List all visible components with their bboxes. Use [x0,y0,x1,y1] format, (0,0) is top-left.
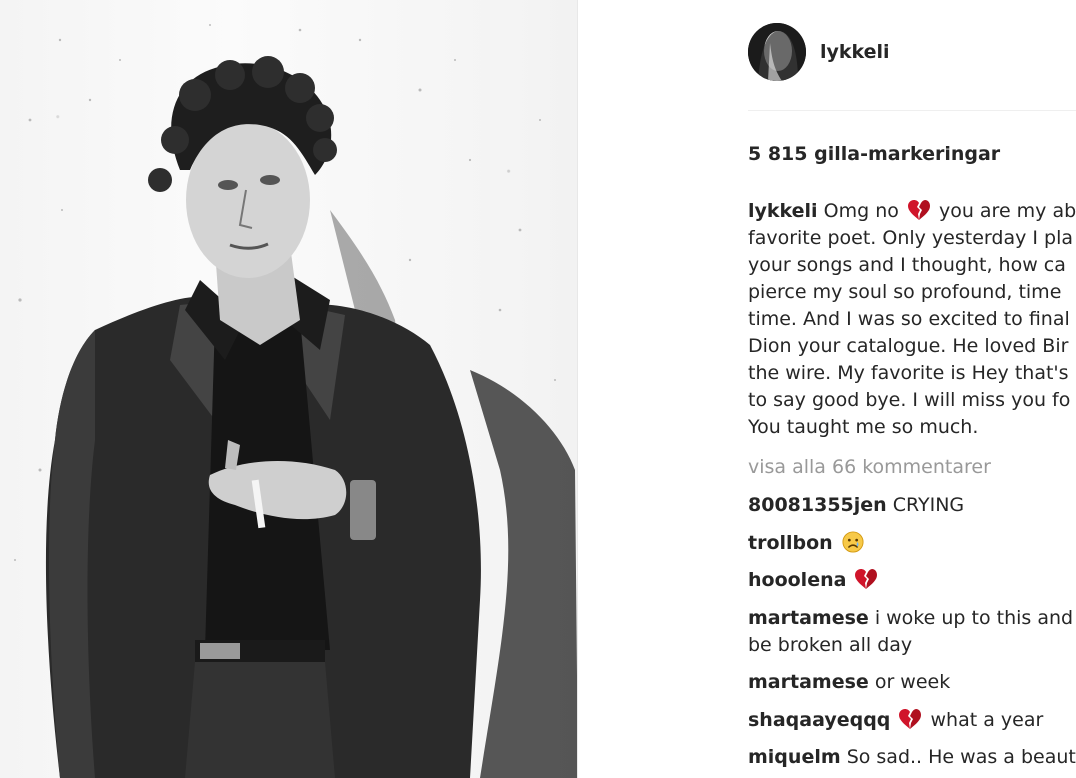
comment: martamese i woke up to this and be broke… [748,605,1073,659]
broken-heart-icon [899,709,922,729]
avatar[interactable] [748,23,806,81]
comment-username[interactable]: miquelm [748,746,841,768]
post-caption: lykkeli Omg no you are my ab favorite po… [748,198,1076,441]
photo-illustration [14,24,578,778]
avatar-image [748,23,806,81]
comment: martamese or week [748,669,950,696]
caption-first-line: lykkeli Omg no you are my ab [748,198,1076,225]
comment-text: So sad.. He was a beaut [846,746,1076,768]
post-photo[interactable] [0,0,578,778]
comment-text: or week [874,671,951,693]
comment-username[interactable]: martamese [748,607,869,629]
comment-text: CRYING [892,494,965,516]
comment-username[interactable]: 80081355jen [748,494,887,516]
comment-username[interactable]: trollbon [748,532,833,554]
comment: 80081355jen CRYING [748,492,964,519]
caption-line: the wire. My favorite is Hey that's [748,362,1069,384]
caption-text: Omg no [823,200,899,222]
comment-username[interactable]: hooolena [748,569,846,591]
caption-line: favorite poet. Only yesterday I pla [748,227,1073,249]
caption-text: you are my ab [938,200,1076,222]
sad-face-icon [842,531,864,553]
comment: shaqaayeqqq what a year [748,707,1043,734]
comment: miquelm So sad.. He was a beaut [748,744,1076,771]
view-all-comments-link[interactable]: visa alla 66 kommentarer [748,456,991,478]
caption-line: Dion your catalogue. He loved Bir [748,335,1069,357]
header-divider [748,110,1076,111]
broken-heart-icon [907,200,930,220]
caption-line: your songs and I thought, how ca [748,254,1066,276]
likes-count[interactable]: 5 815 gilla-markeringar [748,143,1000,165]
post-view: lykkeli 5 815 gilla-markeringar lykkeli … [0,0,1076,778]
comment-text: what a year [930,709,1044,731]
comment-text: i woke up to this and [874,607,1074,629]
comment-username[interactable]: shaqaayeqqq [748,709,890,731]
comment-line: martamese i woke up to this and [748,605,1073,632]
caption-line: You taught me so much. [748,416,979,438]
comment-text: be broken all day [748,634,913,656]
caption-line: to say good bye. I will miss you fo [748,389,1071,411]
comment: hooolena [748,567,880,594]
caption-line: time. And I was so excited to final [748,308,1070,330]
comment-username[interactable]: martamese [748,671,869,693]
post-header: lykkeli [748,22,890,82]
comment: trollbon [748,530,867,557]
post-side-panel: lykkeli 5 815 gilla-markeringar lykkeli … [748,0,1076,778]
broken-heart-icon [855,569,878,589]
post-author-username[interactable]: lykkeli [820,41,890,63]
caption-line: pierce my soul so profound, time [748,281,1062,303]
caption-username[interactable]: lykkeli [748,200,818,222]
